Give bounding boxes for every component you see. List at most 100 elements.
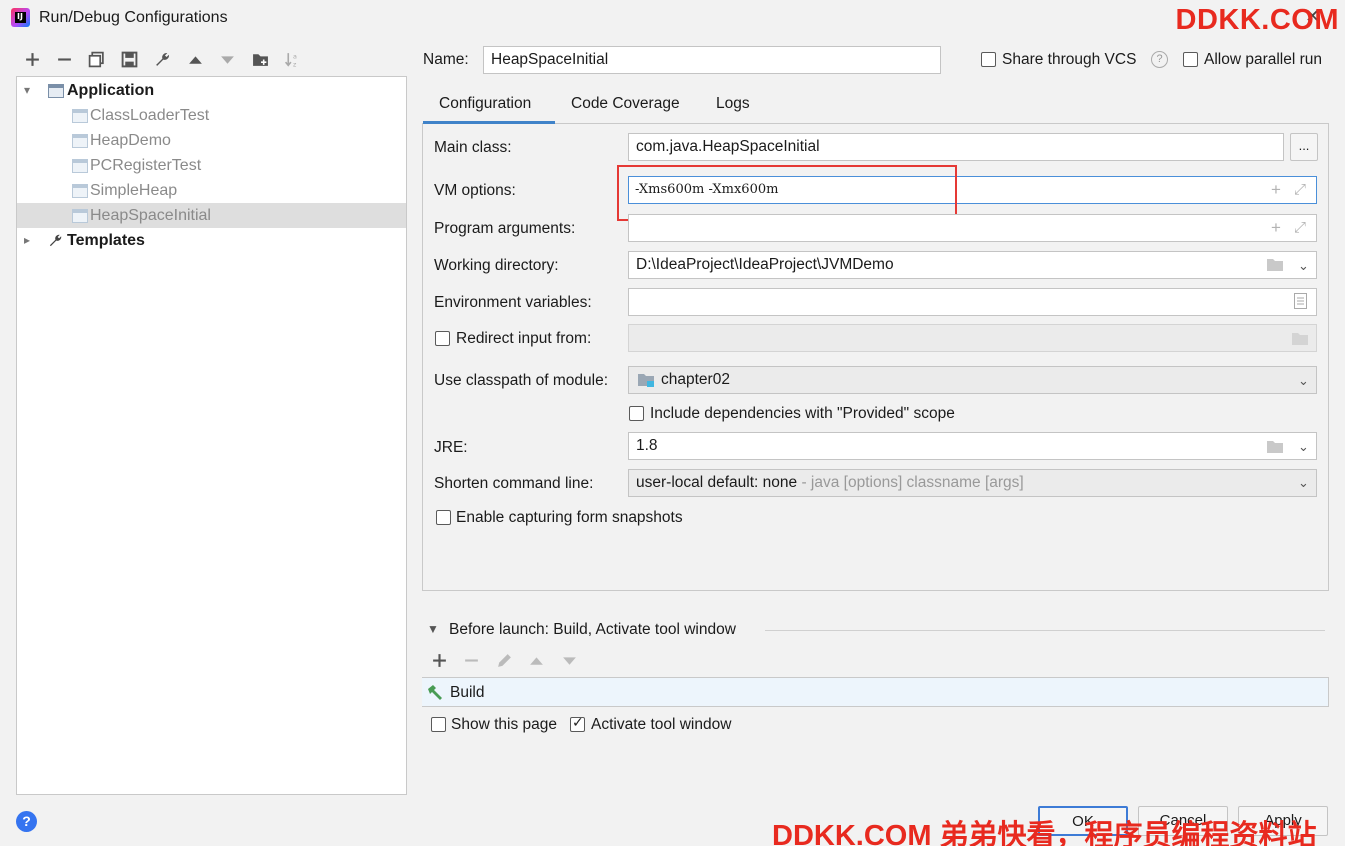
tree-item-label: ClassLoaderTest bbox=[90, 107, 210, 124]
activate-tool-window-checkbox[interactable] bbox=[570, 715, 585, 732]
tree-node-label: Templates bbox=[67, 232, 145, 249]
name-label: Name: bbox=[423, 51, 469, 68]
hammer-icon bbox=[426, 683, 444, 705]
tree-node-templates[interactable]: ▸ Templates bbox=[17, 228, 406, 253]
chevron-down-icon[interactable]: ⌄ bbox=[1298, 258, 1309, 274]
chevron-down-icon[interactable]: ⌄ bbox=[1298, 475, 1309, 491]
jre-field[interactable]: 1.8 bbox=[628, 432, 1317, 460]
add-icon[interactable]: + bbox=[1271, 180, 1281, 200]
move-down-icon[interactable] bbox=[216, 49, 238, 71]
divider bbox=[765, 630, 1325, 631]
activate-tool-window-label: Activate tool window bbox=[591, 716, 732, 733]
jre-label: JRE: bbox=[434, 439, 468, 456]
expand-icon[interactable]: ⤢ bbox=[1294, 219, 1306, 236]
config-icon bbox=[72, 209, 88, 223]
svg-text:z: z bbox=[293, 60, 297, 68]
move-up-icon[interactable] bbox=[525, 650, 547, 672]
copy-icon[interactable] bbox=[85, 49, 107, 71]
tree-item-label: HeapDemo bbox=[90, 132, 171, 149]
working-dir-label: Working directory: bbox=[434, 257, 559, 274]
chevron-down-icon[interactable]: ▾ bbox=[20, 78, 34, 103]
share-vcs-label: Share through VCS bbox=[1002, 51, 1137, 68]
document-icon[interactable] bbox=[1294, 293, 1307, 313]
include-deps-checkbox[interactable] bbox=[629, 406, 644, 421]
intellij-app-icon: IJ bbox=[11, 8, 30, 27]
save-icon[interactable] bbox=[118, 49, 140, 71]
chevron-down-icon[interactable]: ⌄ bbox=[1298, 439, 1309, 455]
program-args-field[interactable] bbox=[628, 214, 1317, 242]
shorten-combo[interactable]: user-local default: none - java [options… bbox=[628, 469, 1317, 497]
remove-icon[interactable] bbox=[460, 650, 482, 672]
tree-item[interactable]: PCRegisterTest bbox=[17, 153, 406, 178]
wrench-icon bbox=[48, 228, 63, 256]
tree-item[interactable]: ClassLoaderTest bbox=[17, 103, 406, 128]
module-folder-icon bbox=[637, 372, 655, 392]
edit-icon[interactable] bbox=[493, 650, 515, 672]
tree-node-label: Application bbox=[67, 82, 155, 99]
highlight-box bbox=[617, 165, 957, 221]
env-vars-field[interactable] bbox=[628, 288, 1317, 316]
watermark-top: DDKK.COM bbox=[1175, 4, 1339, 36]
remove-icon[interactable] bbox=[53, 49, 75, 71]
collapse-icon[interactable]: ▼ bbox=[427, 622, 439, 636]
classpath-label: Use classpath of module: bbox=[434, 372, 609, 389]
shorten-value: user-local default: none bbox=[636, 474, 798, 491]
tab-configuration[interactable]: Configuration bbox=[439, 95, 531, 113]
watermark-bottom: DDKK.COM 弟弟快看，程序员编程资料站 bbox=[772, 820, 1317, 846]
application-icon bbox=[48, 84, 64, 98]
active-tab-indicator bbox=[423, 121, 555, 124]
include-deps-label: Include dependencies with "Provided" sco… bbox=[650, 405, 955, 422]
redirect-field[interactable] bbox=[628, 324, 1317, 352]
config-icon bbox=[72, 109, 88, 123]
name-field[interactable]: HeapSpaceInitial bbox=[483, 46, 941, 74]
shorten-hint: - java [options] classname [args] bbox=[797, 474, 1024, 491]
wrench-icon[interactable] bbox=[151, 49, 173, 71]
env-vars-label: Environment variables: bbox=[434, 294, 592, 311]
build-label: Build bbox=[450, 684, 485, 701]
working-dir-field[interactable]: D:\IdeaProject\IdeaProject\JVMDemo bbox=[628, 251, 1317, 279]
add-icon[interactable] bbox=[428, 650, 450, 672]
tree-item-label: SimpleHeap bbox=[90, 182, 178, 199]
svg-text:a: a bbox=[293, 52, 297, 60]
tab-logs[interactable]: Logs bbox=[716, 95, 750, 113]
move-up-icon[interactable] bbox=[184, 49, 206, 71]
redirect-label: Redirect input from: bbox=[456, 330, 592, 347]
show-page-label: Show this page bbox=[451, 716, 557, 733]
chevron-right-icon[interactable]: ▸ bbox=[20, 228, 34, 253]
help-hint-icon[interactable]: ? bbox=[1151, 51, 1168, 68]
tab-code-coverage[interactable]: Code Coverage bbox=[571, 95, 680, 113]
chevron-down-icon[interactable]: ⌄ bbox=[1298, 373, 1309, 389]
folder-icon bbox=[1291, 331, 1309, 350]
browse-button[interactable]: ... bbox=[1290, 133, 1318, 161]
share-vcs-checkbox[interactable] bbox=[981, 52, 996, 67]
config-icon bbox=[72, 159, 88, 173]
allow-parallel-label: Allow parallel run bbox=[1204, 51, 1323, 68]
list-item[interactable] bbox=[422, 678, 1328, 706]
vm-options-label: VM options: bbox=[434, 182, 516, 199]
folder-icon[interactable] bbox=[1266, 439, 1284, 458]
allow-parallel-checkbox[interactable] bbox=[1183, 52, 1198, 67]
tree-item-selected[interactable]: HeapSpaceInitial bbox=[17, 203, 406, 228]
sort-icon[interactable]: az bbox=[281, 49, 303, 71]
tree-item[interactable]: HeapDemo bbox=[17, 128, 406, 153]
tree-item-label: HeapSpaceInitial bbox=[90, 207, 211, 224]
new-folder-icon[interactable] bbox=[249, 49, 271, 71]
classpath-combo[interactable]: chapter02 bbox=[628, 366, 1317, 394]
add-icon[interactable] bbox=[21, 49, 43, 71]
help-icon[interactable]: ? bbox=[16, 811, 37, 832]
tree-item[interactable]: SimpleHeap bbox=[17, 178, 406, 203]
capture-checkbox[interactable] bbox=[436, 510, 451, 525]
main-class-field[interactable]: com.java.HeapSpaceInitial bbox=[628, 133, 1284, 161]
config-icon bbox=[72, 184, 88, 198]
shorten-label: Shorten command line: bbox=[434, 475, 594, 492]
classpath-value: chapter02 bbox=[661, 371, 730, 388]
expand-icon[interactable]: ⤢ bbox=[1294, 181, 1306, 198]
move-down-icon[interactable] bbox=[558, 650, 580, 672]
show-page-checkbox[interactable] bbox=[431, 717, 446, 732]
add-icon[interactable]: + bbox=[1271, 218, 1281, 238]
folder-icon[interactable] bbox=[1266, 257, 1284, 276]
window-title: Run/Debug Configurations bbox=[39, 9, 228, 26]
configurations-tree[interactable]: ▾ Application ClassLoaderTest HeapDemo P… bbox=[16, 76, 407, 795]
tree-node-application[interactable]: ▾ Application bbox=[17, 78, 406, 103]
redirect-checkbox[interactable] bbox=[435, 331, 450, 346]
